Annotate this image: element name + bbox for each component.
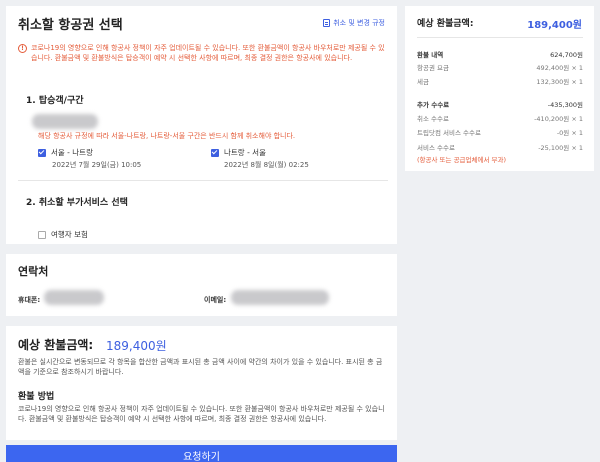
- route-checkbox-return[interactable]: 나트랑 - 서울: [211, 147, 266, 158]
- refund-summary-card: 예상 환불금액: 189,400원 환불 내역 624,700원 항공권 요금 …: [405, 6, 594, 171]
- email-label: 이메일:: [204, 296, 227, 304]
- row-label: 취소 수수료: [417, 115, 449, 123]
- route-cancel-note: 해당 항공사 규정에 따라 서울-나트랑, 나트랑-서울 구간은 반드시 함께 …: [38, 132, 296, 140]
- refund-estimate-card: 예상 환불금액: 189,400원 환불은 실시간으로 변동되므로 각 항목을 …: [6, 326, 397, 440]
- contact-card: 연락처 휴대폰: 이메일:: [6, 254, 397, 316]
- row-value: 132,300원 × 1: [536, 78, 583, 86]
- summary-row-refund-breakdown: 환불 내역 624,700원: [417, 49, 583, 59]
- refund-amount: 189,400원: [106, 339, 167, 353]
- row-value: 492,400원 × 1: [536, 64, 583, 72]
- passenger-name-redacted: [32, 114, 98, 129]
- checkbox-checked-icon[interactable]: [38, 148, 46, 157]
- summary-row-extra-fees: 추가 수수료 -435,300원: [417, 99, 583, 109]
- policy-link-label: 취소 및 변경 규정: [333, 19, 385, 27]
- row-label: 환불 내역: [417, 51, 444, 59]
- policy-link[interactable]: 취소 및 변경 규정: [323, 18, 385, 28]
- row-value: -25,100원 × 1: [538, 144, 583, 152]
- route-label: 서울 - 나트랑: [51, 148, 93, 157]
- summary-row-fare: 항공권 요금 492,400원 × 1: [417, 62, 583, 72]
- row-value: -435,300원: [547, 101, 583, 109]
- row-label: 세금: [417, 78, 429, 86]
- divider: [18, 180, 388, 181]
- section-passenger-route-title: 1. 탑승객/구간: [26, 96, 84, 106]
- route-date: 2022년 8월 8일(월) 02:25: [224, 161, 309, 169]
- checkbox-checked-icon[interactable]: [211, 148, 219, 157]
- checkbox-unchecked-icon[interactable]: [38, 230, 46, 239]
- document-icon: [323, 19, 331, 27]
- section-addon-title: 2. 취소할 부가서비스 선택: [26, 198, 128, 208]
- route-checkbox-outbound[interactable]: 서울 - 나트랑: [38, 147, 93, 158]
- summary-row-service-fee: 서비스 수수료 -25,100원 × 1: [417, 142, 583, 152]
- refund-method-description: 코로나19의 영향으로 인해 항공사 정책이 자주 업데이트될 수 있습니다. …: [18, 405, 385, 423]
- summary-title: 예상 환불금액:: [417, 19, 474, 29]
- row-label: 서비스 수수료: [417, 144, 455, 152]
- addon-checkbox-insurance[interactable]: 여행자 보험: [38, 229, 88, 240]
- warning-icon: !: [18, 44, 27, 53]
- refund-description: 환불은 실시간으로 변동되므로 각 항목을 합산한 금액과 표시된 총 금액 사…: [18, 358, 383, 376]
- summary-row-tax: 세금 132,300원 × 1: [417, 76, 583, 86]
- row-value: 624,700원: [550, 51, 583, 59]
- submit-request-button[interactable]: 요청하기: [6, 445, 397, 462]
- refund-method-title: 환불 방법: [18, 392, 55, 402]
- page-title: 취소할 항공권 선택: [18, 18, 123, 33]
- route-label: 나트랑 - 서울: [224, 148, 266, 157]
- divider: [417, 37, 583, 38]
- row-label: 항공권 요금: [417, 64, 449, 72]
- summary-fee-note: (항공사 또는 공급업체에서 부과): [417, 156, 507, 164]
- addon-label: 여행자 보험: [51, 230, 88, 239]
- route-date: 2022년 7월 29일(금) 10:05: [52, 161, 142, 169]
- summary-row-tripcom-fee: 트립닷컴 서비스 수수료 -0원 × 1: [417, 127, 583, 137]
- notice-text: 코로나19의 영향으로 인해 항공사 정책이 자주 업데이트될 수 있습니다. …: [31, 44, 385, 62]
- email-redacted: [231, 290, 329, 305]
- contact-title: 연락처: [18, 265, 49, 278]
- row-value: -410,200원 × 1: [534, 115, 583, 123]
- summary-amount: 189,400원: [527, 20, 582, 31]
- covid-notice: ! 코로나19의 영향으로 인해 항공사 정책이 자주 업데이트될 수 있습니다…: [18, 43, 388, 63]
- phone-redacted: [44, 290, 104, 305]
- ticket-selection-card: 취소할 항공권 선택 취소 및 변경 규정 ! 코로나19의 영향으로 인해 항…: [6, 6, 397, 244]
- summary-row-cancel-fee: 취소 수수료 -410,200원 × 1: [417, 113, 583, 123]
- phone-label: 휴대폰:: [18, 296, 41, 304]
- row-label: 트립닷컴 서비스 수수료: [417, 129, 481, 137]
- refund-title: 예상 환불금액:: [18, 338, 94, 352]
- row-label: 추가 수수료: [417, 101, 450, 109]
- row-value: -0원 × 1: [556, 129, 583, 137]
